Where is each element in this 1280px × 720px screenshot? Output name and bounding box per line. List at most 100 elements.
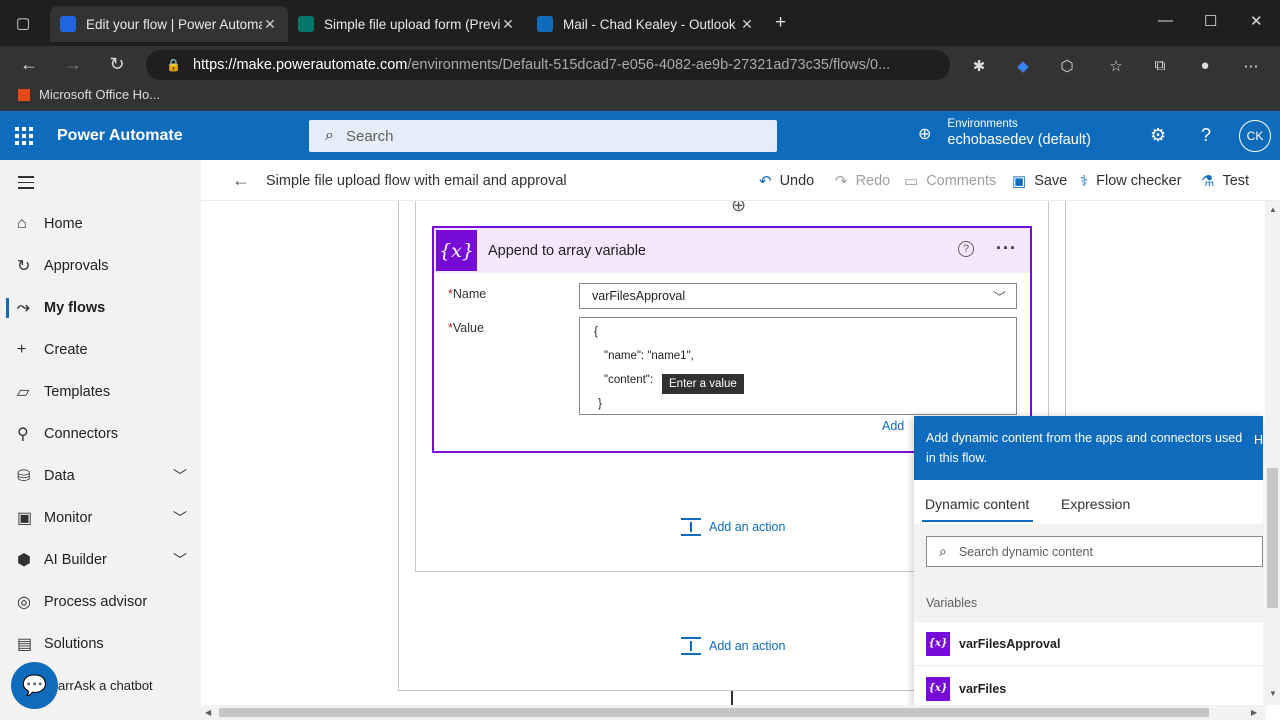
environment-icon: ⊕ [918,125,932,143]
avatar[interactable]: CK [1239,120,1271,152]
flow-title: Simple file upload flow with email and a… [266,173,567,189]
save-icon: ▣ [1012,173,1027,190]
process-advisor-icon: ◎ [17,594,31,611]
sidebar-item-home[interactable]: ⌂ Home [0,204,201,244]
add-dynamic-content-link[interactable]: Add [882,419,904,433]
app-name[interactable]: Power Automate [57,127,183,145]
scroll-right-icon[interactable]: ▶ [1251,708,1257,717]
scroll-down-icon[interactable]: ▼ [1269,689,1277,698]
add-action-icon [681,518,701,536]
save-button[interactable]: ▣ Save [1012,172,1067,190]
comments-button[interactable]: ▭ Comments [904,172,996,190]
favorites-icon[interactable]: ☆ [1105,57,1127,75]
sidebar-item-my-flows[interactable]: ⤳ My flows [0,288,201,328]
environment-picker[interactable]: ⊕ Environments echobasedev (default) [918,118,1091,149]
name-dropdown[interactable]: varFilesApproval ﹀ [579,283,1017,309]
flow-checker-button[interactable]: ⚕ Flow checker [1080,172,1182,190]
search-box[interactable]: ⌕ Search [309,120,777,152]
power-automate-extension-icon[interactable]: ◆ [1012,57,1034,75]
scroll-up-icon[interactable]: ▲ [1269,205,1277,214]
browser-tab-edit-flow[interactable]: Edit your flow | Power Automate ✕ [50,6,288,42]
connectors-icon: ⚲ [17,426,29,443]
browser-tab-outlook[interactable]: Mail - Chad Kealey - Outlook ✕ [527,6,765,42]
vertical-scroll-thumb[interactable] [1267,468,1278,608]
new-tab-icon[interactable]: + [775,12,786,34]
url-host: https://make.powerautomate.com [192,57,408,73]
tab-expression[interactable]: Expression [1061,496,1130,512]
tab-actions-icon[interactable]: ▢ [16,14,30,32]
close-tab-icon[interactable]: ✕ [500,16,516,33]
close-tab-icon[interactable]: ✕ [739,16,755,33]
sidebar-item-solutions[interactable]: ▤ Solutions [0,624,201,664]
hide-panel-link[interactable]: H [1254,430,1263,450]
dynamic-item-varfilesapproval[interactable]: {x} varFilesApproval [914,622,1263,666]
search-icon: ⌕ [939,543,947,559]
sidebar-item-label: My flows [44,300,106,316]
test-button[interactable]: ⚗ Test [1201,172,1249,190]
maximize-icon[interactable]: ☐ [1204,12,1217,30]
sidebar-item-process-advisor[interactable]: ◎ Process advisor [0,582,201,622]
dynamic-panel-header-text: Add dynamic content from the apps and co… [926,431,1243,465]
sidebar-item-ai-builder[interactable]: ⬢ AI Builder ﹀ [0,540,201,580]
environment-label: Environments [947,118,1018,130]
sidebar-item-label: Solutions [44,636,104,652]
redo-icon: ↷ [835,173,848,190]
add-action-button-outer[interactable]: Add an action [681,637,785,655]
bookmark-label: Microsoft Office Ho... [39,87,161,102]
variable-icon: {x} [926,631,950,656]
browser-tab-upload-form[interactable]: Simple file upload form (Preview ✕ [288,6,526,42]
hamburger-menu-icon[interactable] [18,176,34,193]
card-title: Append to array variable [488,243,646,259]
settings-gear-icon[interactable]: ⚙ [1150,125,1166,146]
chatbot-label[interactable]: arrAsk a chatbot [58,678,153,693]
back-arrow-icon[interactable]: ← [232,170,250,191]
horizontal-scroll-thumb[interactable] [219,708,1209,717]
forms-favicon-icon [298,16,314,32]
sidebar-item-monitor[interactable]: ▣ Monitor ﹀ [0,498,201,538]
refresh-icon[interactable]: ↻ [105,54,129,75]
close-tab-icon[interactable]: ✕ [262,16,278,33]
add-action-icon [681,637,701,655]
minimize-icon[interactable]: — [1158,12,1173,29]
scroll-left-icon[interactable]: ◀ [205,708,211,717]
back-icon[interactable]: ← [17,54,41,75]
sidebar-item-label: Templates [44,384,111,400]
sidebar-item-data[interactable]: ⛁ Data ﹀ [0,456,201,496]
undo-button[interactable]: ↶ Undo [759,172,814,190]
extension-icon[interactable]: ✱ [968,57,990,75]
command-bar: ← Simple file upload flow with email and… [201,160,1280,201]
add-action-label: Add an action [709,520,786,534]
sidebar-item-approvals[interactable]: ↻ Approvals [0,246,201,286]
value-line: { [594,326,598,338]
card-header[interactable]: {x} Append to array variable ? ··· [434,228,1030,273]
profile-icon[interactable]: ● [1194,57,1216,74]
bookmark-office[interactable]: Microsoft Office Ho... [18,87,160,102]
extensions-puzzle-icon[interactable]: ⬡ [1056,57,1078,75]
more-options-icon[interactable]: ··· [996,238,1017,259]
help-icon[interactable]: ? [1201,125,1211,146]
sidebar-item-create[interactable]: + Create [0,330,201,370]
app-launcher-icon[interactable] [15,127,33,145]
name-value: varFilesApproval [592,289,686,303]
dynamic-search-input[interactable]: ⌕ Search dynamic content [926,536,1263,567]
forward-icon[interactable]: → [61,54,85,75]
url-input[interactable]: 🔒 https://make.powerautomate.com/environ… [146,50,950,80]
help-icon[interactable]: ? [958,241,974,257]
horizontal-scrollbar[interactable]: ◀ ▶ [201,705,1265,720]
sidebar-item-label: Approvals [44,258,109,274]
tab-dynamic-content[interactable]: Dynamic content [925,496,1029,512]
value-textarea[interactable]: { "name": "name1", "content": } Enter a … [579,317,1017,415]
add-action-button-inner[interactable]: Add an action [681,518,785,536]
active-tab-indicator [922,520,1033,522]
redo-button[interactable]: ↷ Redo [835,172,890,190]
search-placeholder: Search [345,127,394,145]
home-icon: ⌂ [17,215,27,232]
collections-icon[interactable]: ⧉ [1149,57,1171,74]
vertical-scrollbar[interactable]: ▲ ▼ [1265,201,1280,705]
chatbot-button[interactable]: 💬 [11,662,58,709]
close-window-icon[interactable]: ✕ [1250,12,1263,30]
sidebar-item-connectors[interactable]: ⚲ Connectors [0,414,201,454]
more-menu-icon[interactable]: ⋯ [1240,57,1262,75]
connector-arrow-icon[interactable]: ⊕ [731,201,746,216]
sidebar-item-templates[interactable]: ▱ Templates [0,372,201,412]
